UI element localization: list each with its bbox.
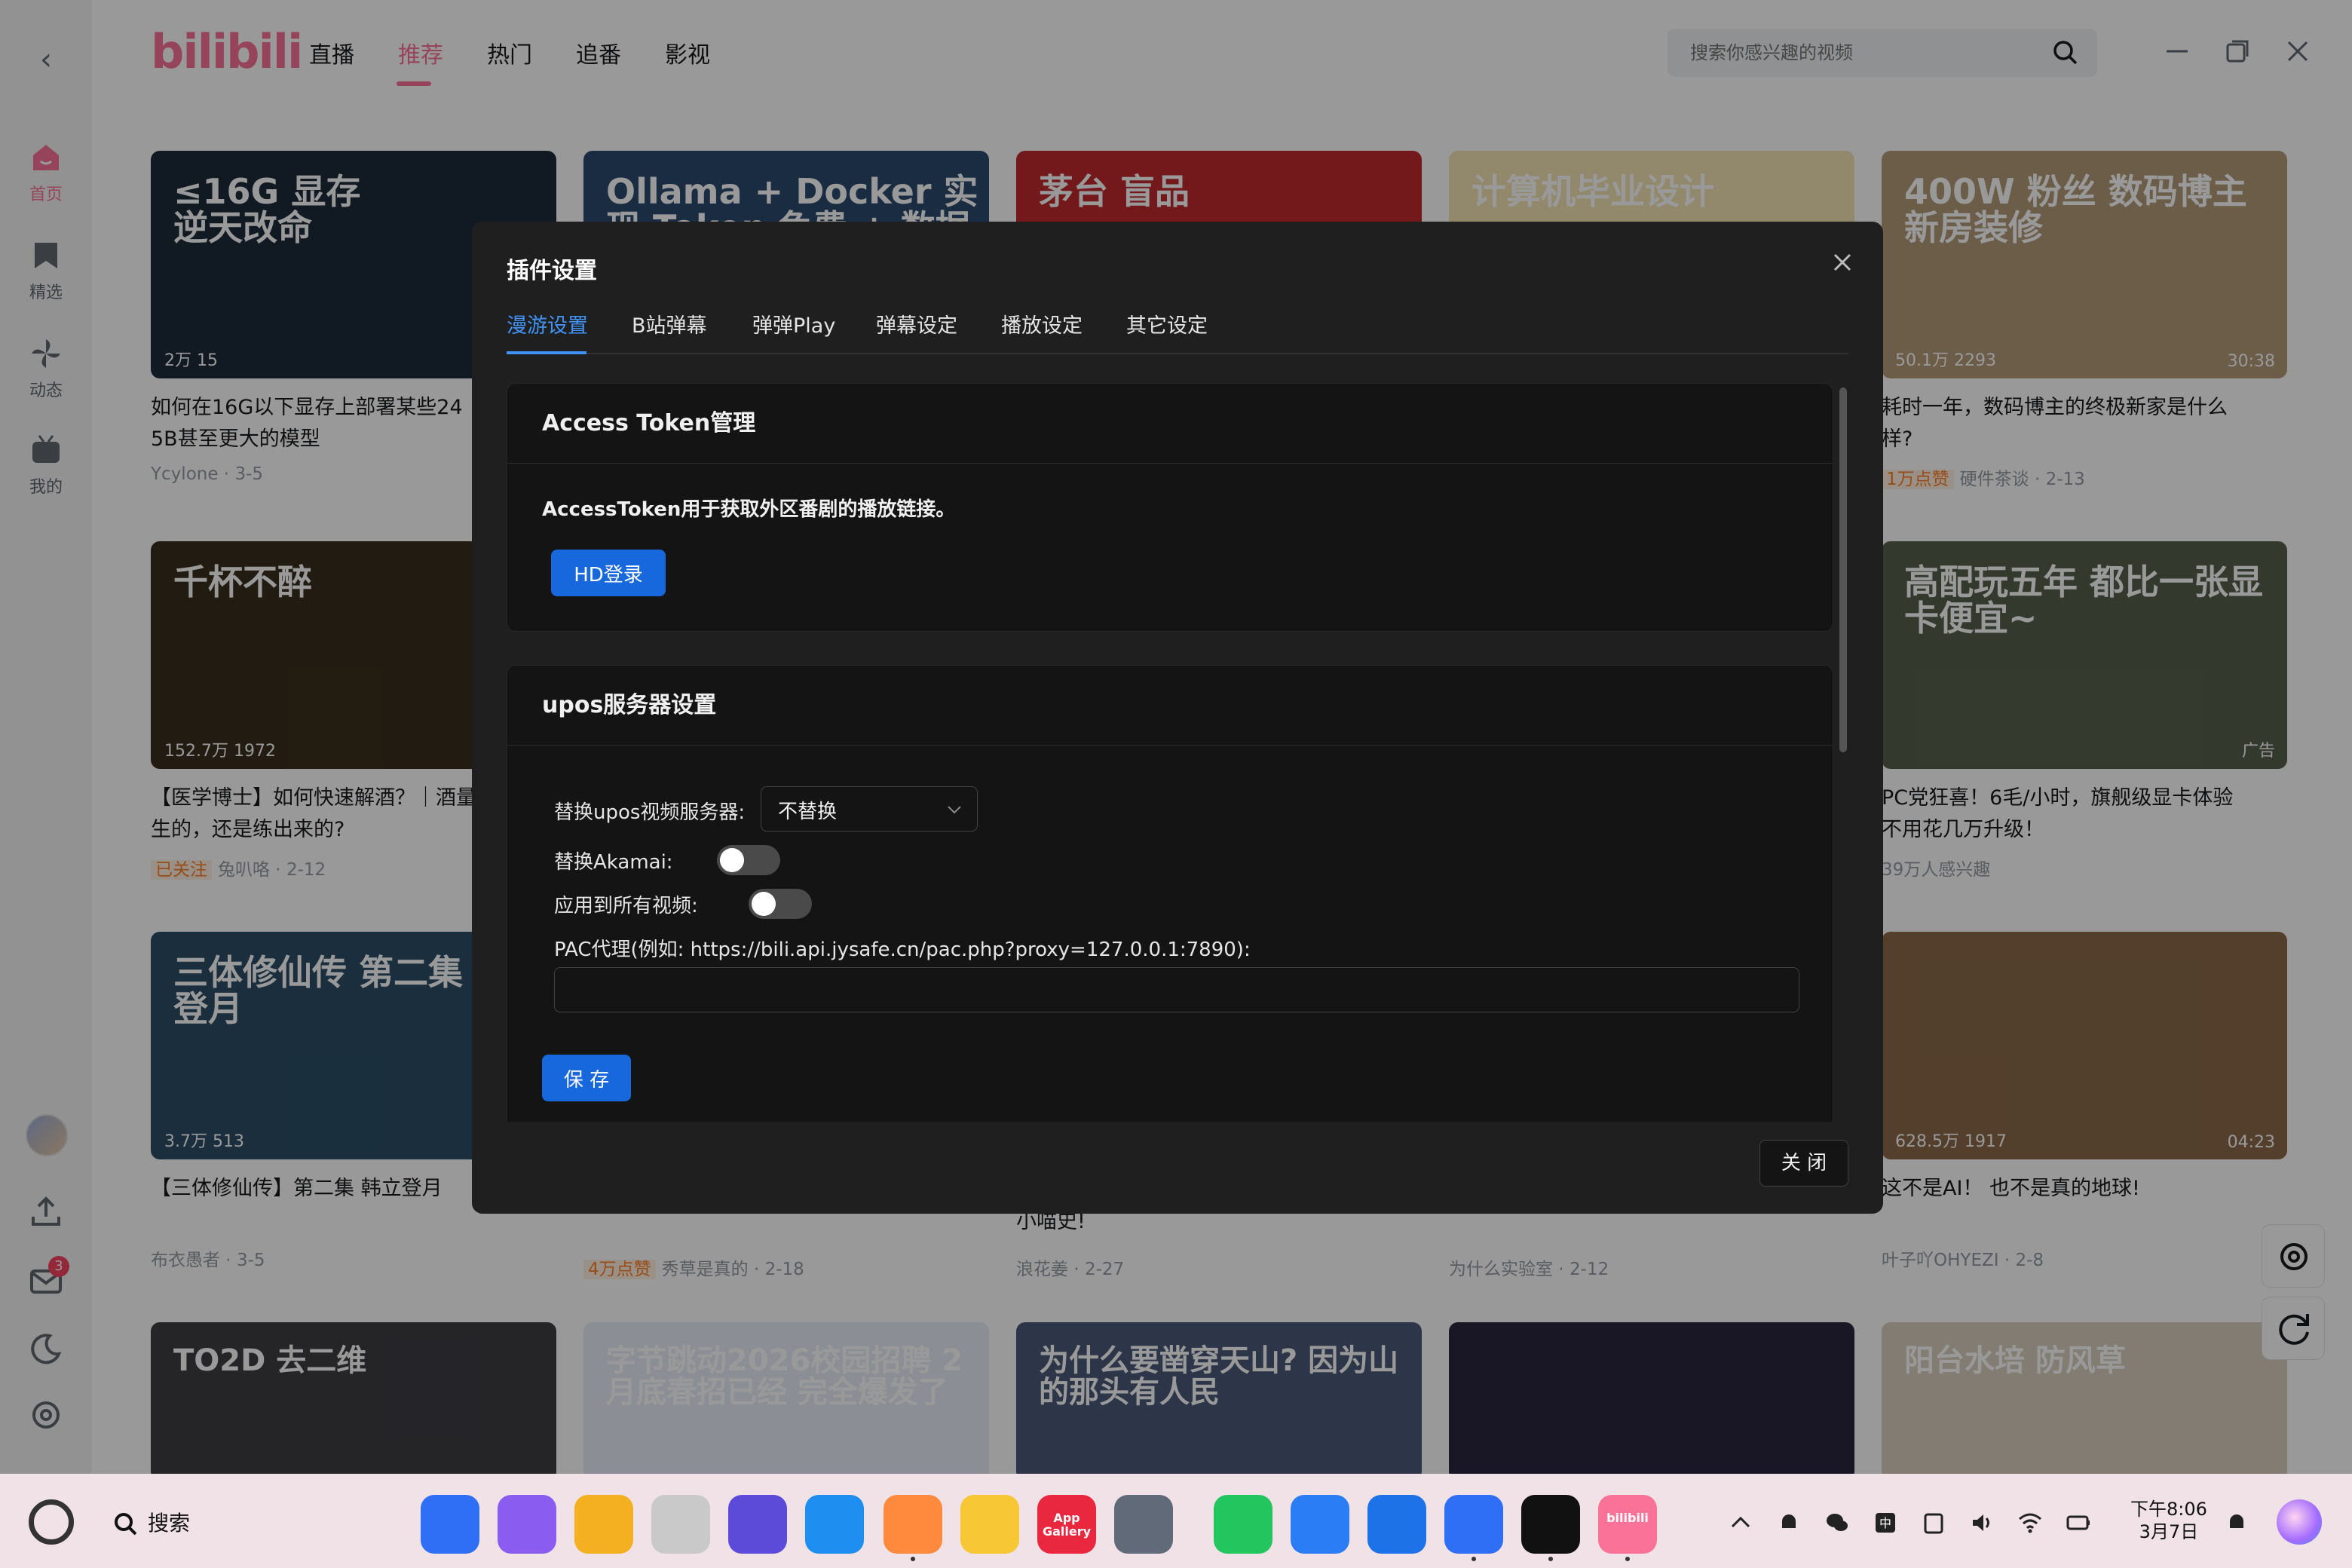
notification-bell-icon[interactable] xyxy=(1776,1510,1802,1536)
notification-center-icon[interactable] xyxy=(2224,1510,2249,1536)
files-icon[interactable] xyxy=(574,1495,633,1554)
app-icon-label: bilibili xyxy=(1606,1511,1649,1525)
clipboard-icon[interactable] xyxy=(1921,1510,1946,1536)
pac-proxy-input[interactable] xyxy=(554,967,1799,1012)
toggle-knob xyxy=(752,892,776,916)
system-clock[interactable]: 下午8:06 3月7日 xyxy=(2130,1498,2207,1543)
access-token-panel: Access Token管理 AccessToken用于获取外区番剧的播放链接。… xyxy=(507,383,1833,632)
app-launcher-icon[interactable] xyxy=(421,1495,479,1554)
active-tab-indicator xyxy=(507,351,586,354)
chevron-down-icon xyxy=(948,806,961,814)
system-taskbar: 搜索 App Gallery bilibili 中 下午8:06 3月7日 xyxy=(0,1474,2352,1568)
tab-dandanplay[interactable]: 弹弹Play xyxy=(752,309,835,338)
qq-icon[interactable] xyxy=(1521,1495,1580,1554)
taskbar-search-label[interactable]: 搜索 xyxy=(148,1507,190,1537)
tab-roaming[interactable]: 漫游设置 xyxy=(507,309,588,338)
pac-proxy-label: PAC代理(例如: https://bili.api.jysafe.cn/pac… xyxy=(554,939,1251,961)
running-indicator xyxy=(1472,1557,1476,1561)
battery-icon[interactable] xyxy=(2066,1510,2091,1536)
wifi-icon[interactable] xyxy=(2017,1510,2043,1536)
select-value: 不替换 xyxy=(778,801,838,823)
taskbar-search-icon[interactable] xyxy=(113,1511,139,1537)
tab-danmaku-settings[interactable]: 弹幕设定 xyxy=(876,309,957,338)
tab-other-settings[interactable]: 其它设定 xyxy=(1126,309,1208,338)
settings-icon[interactable] xyxy=(1114,1495,1173,1554)
dialog-title: 插件设置 xyxy=(507,258,597,284)
settings-tabs: 漫游设置 B站弹幕 弹弹Play 弹幕设定 播放设定 其它设定 xyxy=(507,309,1848,354)
app-icon-label: App Gallery xyxy=(1042,1511,1092,1539)
akamai-toggle[interactable] xyxy=(717,845,780,875)
clock-time: 下午8:06 xyxy=(2130,1499,2207,1520)
start-button[interactable] xyxy=(29,1499,74,1545)
access-token-description: AccessToken用于获取外区番剧的播放链接。 xyxy=(542,498,956,521)
panel-title: Access Token管理 xyxy=(507,384,1833,464)
assistant-orb-icon[interactable] xyxy=(2277,1499,2322,1545)
close-icon[interactable] xyxy=(1829,249,1856,276)
tools-icon[interactable] xyxy=(1444,1495,1503,1554)
tray-expand-icon[interactable] xyxy=(1728,1510,1753,1536)
plugin-settings-dialog: 插件设置 漫游设置 B站弹幕 弹弹Play 弹幕设定 播放设定 其它设定 Acc… xyxy=(472,222,1883,1214)
tab-playback-settings[interactable]: 播放设定 xyxy=(1001,309,1083,338)
running-indicator xyxy=(1625,1557,1630,1561)
dialog-close-button[interactable]: 关 闭 xyxy=(1759,1140,1848,1187)
running-indicator xyxy=(1548,1557,1553,1561)
running-indicator xyxy=(911,1557,915,1561)
apply-all-label: 应用到所有视频: xyxy=(554,895,698,917)
hd-login-button[interactable]: HD登录 xyxy=(551,550,666,596)
browser-icon[interactable] xyxy=(805,1495,864,1554)
replace-upos-label: 替换upos视频服务器: xyxy=(554,801,746,824)
settings-scroll-area[interactable]: Access Token管理 AccessToken用于获取外区番剧的播放链接。… xyxy=(507,383,1833,1122)
trash-icon[interactable] xyxy=(651,1495,710,1554)
multitask-icon[interactable] xyxy=(498,1495,556,1554)
mail-icon[interactable] xyxy=(1367,1495,1426,1554)
panel-title: upos服务器设置 xyxy=(507,666,1833,746)
bilibili-icon[interactable]: bilibili xyxy=(1598,1495,1657,1554)
volume-icon[interactable] xyxy=(1969,1510,1995,1536)
replace-akamai-label: 替换Akamai: xyxy=(554,851,673,874)
notes-icon[interactable] xyxy=(960,1495,1019,1554)
xiaoyi-icon[interactable] xyxy=(728,1495,787,1554)
wechat-icon[interactable] xyxy=(1824,1510,1850,1536)
upos-server-panel: upos服务器设置 替换upos视频服务器: 不替换 替换Akamai: 应用到… xyxy=(507,665,1833,1122)
save-button[interactable]: 保 存 xyxy=(542,1055,631,1101)
svg-text:中: 中 xyxy=(1879,1516,1891,1530)
upos-server-select[interactable]: 不替换 xyxy=(761,786,978,831)
clock-date: 3月7日 xyxy=(2139,1521,2199,1542)
dialog-scrollbar[interactable] xyxy=(1839,387,1847,752)
app-gallery-icon[interactable]: App Gallery xyxy=(1037,1495,1096,1554)
phone-icon[interactable] xyxy=(1214,1495,1272,1554)
input-method-icon[interactable]: 中 xyxy=(1873,1510,1898,1536)
messages-icon[interactable] xyxy=(1291,1495,1349,1554)
tab-bilibili-danmaku[interactable]: B站弹幕 xyxy=(632,309,707,338)
gallery-icon[interactable] xyxy=(884,1495,942,1554)
toggle-knob xyxy=(720,848,744,872)
app-window: ‹ 首页 精选 动态 我的 3 bilibili 直播 推荐 热门 追番 影视 … xyxy=(0,0,2352,1474)
apply-all-toggle[interactable] xyxy=(749,889,812,919)
